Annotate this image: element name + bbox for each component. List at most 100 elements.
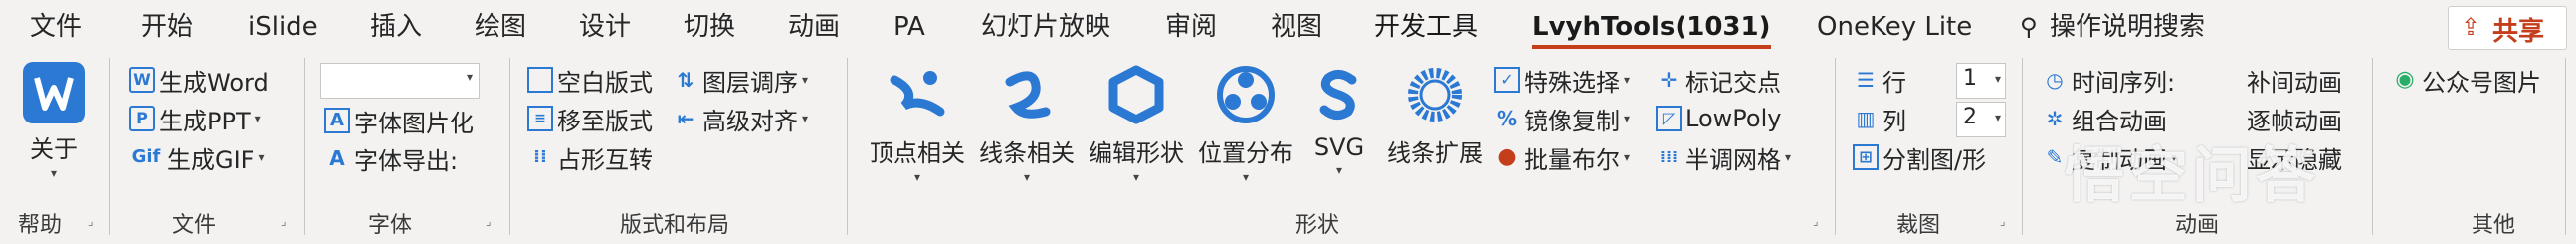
about-button[interactable]: 关于 ▾ — [18, 62, 90, 180]
tab-file[interactable]: 文件 — [30, 7, 82, 47]
group-divider — [2022, 58, 2023, 235]
tab-review[interactable]: 审阅 — [1165, 7, 1217, 47]
position-distribute-button[interactable]: 位置分布 ▾ — [1192, 62, 1299, 184]
circle-expand-icon — [1402, 62, 1468, 127]
batch-boolean-button[interactable]: ● 批量布尔 ▾ — [1494, 140, 1630, 174]
layer-order-icon: ⇅ — [677, 68, 694, 92]
crosshair-icon: ✛ — [1660, 68, 1678, 92]
group-divider — [509, 58, 510, 235]
col-label: ▥ 列 — [1853, 102, 1906, 135]
group-label-layout: 版式和布局 — [619, 213, 729, 238]
chevron-down-icon: ▾ — [802, 73, 809, 87]
split-grid-icon: ⊞ — [1853, 144, 1879, 170]
dialog-launcher-icon[interactable]: ⌟ — [1813, 215, 1825, 227]
svg-button[interactable]: SVG ▾ — [1299, 62, 1379, 177]
dialog-launcher-icon[interactable]: ⌟ — [2000, 215, 2012, 227]
tab-draw[interactable]: 绘图 — [475, 7, 526, 47]
line-button[interactable]: 线条相关 ▾ — [973, 62, 1081, 184]
chevron-down-icon: ▾ — [1335, 163, 1343, 177]
generate-ppt-button[interactable]: P 生成PPT ▾ — [129, 102, 261, 135]
rows-icon: ☰ — [1857, 68, 1875, 92]
hexagon-icon — [1103, 62, 1169, 127]
dialog-launcher-icon[interactable]: ⌟ — [88, 215, 99, 227]
font-export-icon: A — [329, 146, 345, 170]
layer-order-button[interactable]: ⇅ 图层调序 ▾ — [673, 63, 808, 97]
chevron-down-icon: ▾ — [466, 70, 473, 84]
gif-icon: Gif — [131, 146, 161, 167]
edit-shape-button[interactable]: 编辑形状 ▾ — [1083, 62, 1190, 184]
chevron-down-icon: ▾ — [913, 170, 921, 184]
mirror-icon: % — [1496, 107, 1518, 130]
split-image-button[interactable]: ⊞ 分割图/形 — [1853, 140, 1986, 174]
tab-transitions[interactable]: 切换 — [684, 7, 735, 47]
chevron-down-icon: ▾ — [50, 166, 58, 180]
row-count-input[interactable]: 1 ▾ — [1956, 63, 2006, 99]
align-icon: ⇤ — [677, 107, 694, 130]
mark-intersection-button[interactable]: ✛ 标记交点 — [1656, 63, 1781, 97]
wechat-image-button[interactable]: ◉ 公众号图片 — [2392, 63, 2541, 97]
chevron-down-icon: ▾ — [1994, 111, 2001, 124]
search-icon: ⚲ — [2020, 13, 2038, 41]
move-layout-icon: ≡ — [527, 106, 553, 131]
tab-developer[interactable]: 开发工具 — [1374, 7, 1478, 47]
special-select-button[interactable]: ✓ 特殊选择 ▾ — [1494, 63, 1630, 97]
dialog-launcher-icon[interactable]: ⌟ — [486, 215, 497, 227]
tell-me-search[interactable]: ⚲ 操作说明搜索 — [2020, 7, 2205, 47]
tab-lvyhtools[interactable]: LvyhTools(1031) — [1532, 7, 1771, 49]
word-icon: W — [129, 67, 155, 93]
vertex-button[interactable]: 顶点相关 ▾ — [864, 62, 971, 184]
move-to-layout-button[interactable]: ≡ 移至版式 — [527, 102, 653, 135]
placeholder-convert-button[interactable]: ⁞⁞ 占形互转 — [527, 140, 653, 174]
share-button[interactable]: ⇪ 共享 — [2448, 6, 2567, 50]
tab-slideshow[interactable]: 幻灯片放映 — [981, 7, 1110, 47]
row-label: ☰ 行 — [1853, 63, 1906, 97]
halftone-icon: ⁞⁞⁞ — [1659, 147, 1679, 166]
blank-layout-button[interactable]: 空白版式 — [527, 63, 653, 97]
line-expand-button[interactable]: 线条扩展 — [1381, 62, 1488, 168]
generate-word-button[interactable]: W 生成Word — [129, 63, 269, 97]
group-label-crop: 裁图 — [1895, 213, 1940, 238]
generate-gif-button[interactable]: Gif 生成GIF ▾ — [129, 140, 265, 174]
advanced-align-button[interactable]: ⇤ 高级对齐 ▾ — [673, 102, 808, 135]
checkbox-icon: ✓ — [1494, 67, 1520, 93]
tab-insert[interactable]: 插入 — [370, 7, 422, 47]
watermark: 悟空问答 — [2065, 141, 2319, 211]
chevron-down-icon: ▾ — [1624, 150, 1631, 164]
chevron-down-icon: ▾ — [1132, 170, 1140, 184]
group-divider — [304, 58, 305, 235]
group-divider — [109, 58, 110, 235]
distribute-icon — [1213, 62, 1279, 127]
share-icon: ⇪ — [2461, 13, 2481, 41]
tab-pa[interactable]: PA — [893, 7, 925, 47]
chevron-down-icon: ▾ — [1785, 150, 1792, 164]
tween-animation-button[interactable]: 补间动画 — [2247, 63, 2342, 97]
tab-home[interactable]: 开始 — [141, 7, 193, 47]
col-count-input[interactable]: 2 ▾ — [1956, 102, 2006, 137]
tab-onekey-lite[interactable]: OneKey Lite — [1817, 7, 1972, 47]
group-label-file: 文件 — [171, 213, 216, 238]
tab-view[interactable]: 视图 — [1271, 7, 1322, 47]
lvyhtools-logo-icon — [23, 62, 85, 123]
mirror-copy-button[interactable]: % 镜像复制 ▾ — [1494, 102, 1630, 135]
lowpoly-button[interactable]: ◸ LowPoly — [1656, 102, 1781, 135]
svg-s-icon — [1306, 62, 1372, 127]
clock-icon: ◷ — [2046, 68, 2064, 92]
ribbon-tab-bar: 文件 开始 iSlide 插入 绘图 设计 切换 动画 PA 幻灯片放映 审阅 … — [0, 0, 2576, 52]
ppt-icon: P — [129, 106, 155, 131]
chevron-down-icon: ▾ — [254, 112, 261, 125]
font-to-image-button[interactable]: A 字体图片化 — [324, 104, 474, 137]
dialog-launcher-icon[interactable]: ⌟ — [281, 215, 293, 227]
wechat-icon: ◉ — [2395, 67, 2415, 92]
dotted-grid-icon: ⁞⁞ — [533, 146, 547, 167]
lowpoly-icon: ◸ — [1656, 106, 1682, 131]
font-select[interactable]: ▾ — [320, 63, 480, 99]
time-sequence-button[interactable]: ◷ 时间序列: — [2042, 63, 2175, 97]
tab-animations[interactable]: 动画 — [788, 7, 840, 47]
font-export-button[interactable]: A 字体导出: — [324, 141, 458, 175]
group-label-other: 其他 — [2471, 213, 2515, 238]
chevron-down-icon: ▾ — [1624, 73, 1631, 87]
tab-design[interactable]: 设计 — [579, 7, 631, 47]
tab-islide[interactable]: iSlide — [248, 7, 318, 47]
boolean-icon: ● — [1497, 144, 1517, 169]
halftone-grid-button[interactable]: ⁞⁞⁞ 半调网格 ▾ — [1656, 140, 1791, 174]
